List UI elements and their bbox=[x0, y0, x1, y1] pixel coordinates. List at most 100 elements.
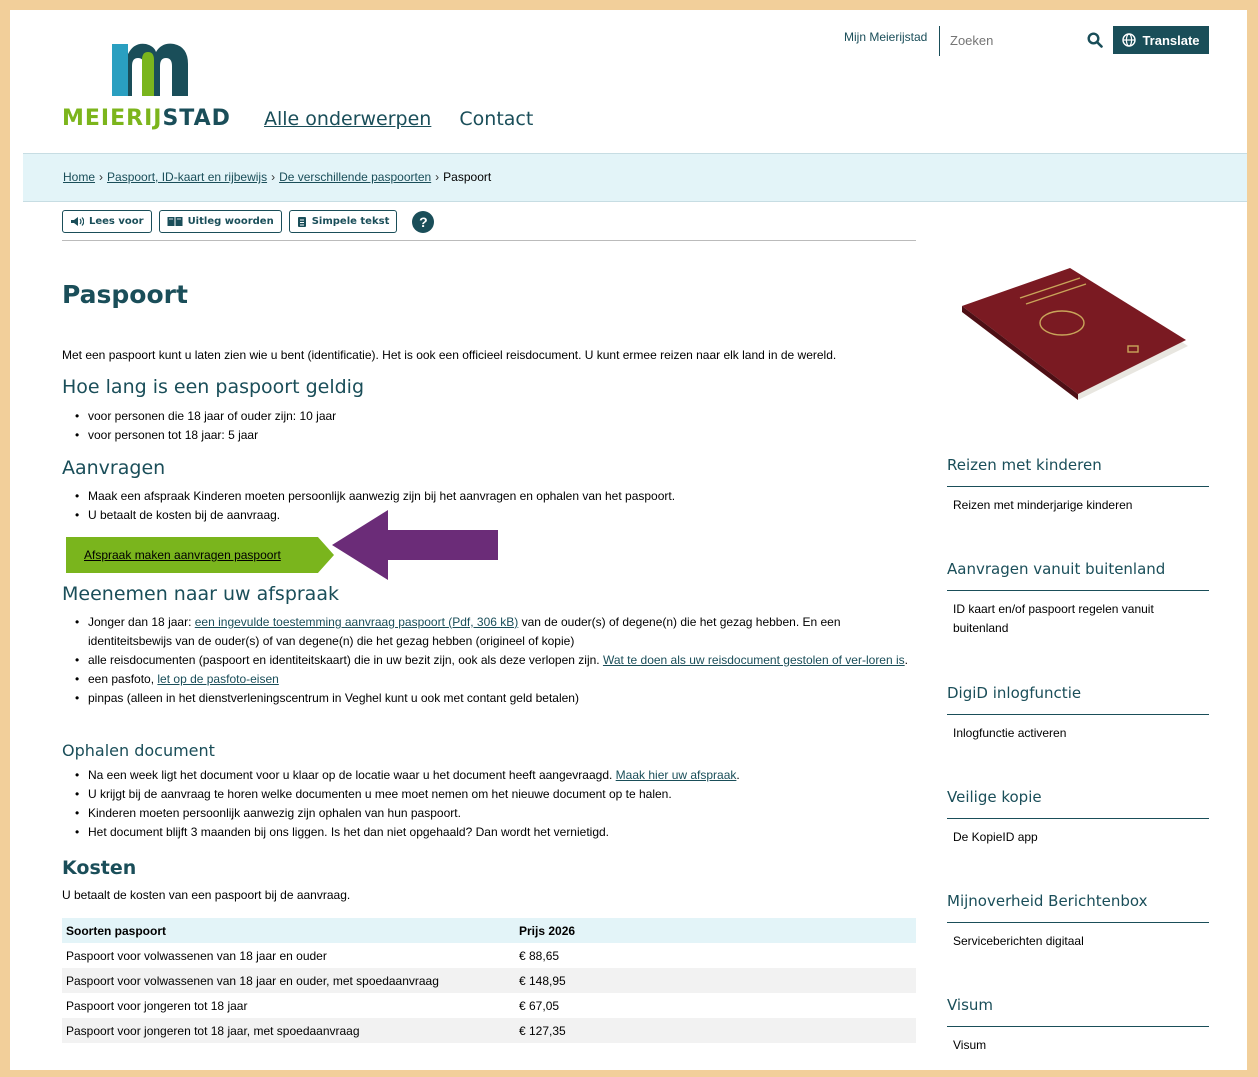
search-input[interactable] bbox=[948, 32, 1082, 49]
list-item: Het document blijft 3 maanden bij ons li… bbox=[75, 823, 918, 842]
table-cell: € 88,65 bbox=[519, 948, 560, 963]
table-header: Prijs 2026 bbox=[515, 918, 916, 943]
toestemming-pdf-link[interactable]: een ingevulde toestemming aanvraag paspo… bbox=[195, 615, 519, 629]
heading-geldig: Hoe lang is een paspoort geldig bbox=[62, 376, 365, 398]
divider bbox=[947, 486, 1209, 487]
annotation-arrow-icon bbox=[332, 510, 498, 580]
list-item: U krijgt bij de aanvraag te horen welke … bbox=[75, 785, 918, 804]
lees-voor-button[interactable]: Lees voor bbox=[62, 210, 152, 233]
globe-icon bbox=[1122, 33, 1137, 47]
uitleg-woorden-label: Uitleg woorden bbox=[187, 216, 274, 227]
page-title: Paspoort bbox=[62, 280, 188, 309]
breadcrumb: Home › Paspoort, ID-kaart en rijbewijs › De … bbox=[63, 170, 491, 184]
main-nav: Alle onderwerpen Contact bbox=[264, 108, 555, 130]
nav-alle-onderwerpen[interactable]: Alle onderwerpen bbox=[264, 108, 431, 130]
m2-pre: alle reisdocumenten (paspoort en identit… bbox=[88, 653, 603, 667]
sidebar-heading-kopie: Veilige kopie bbox=[947, 788, 1042, 806]
heading-ophalen: Ophalen document bbox=[62, 741, 215, 760]
help-icon[interactable]: ? bbox=[412, 210, 435, 233]
sidebar-link-visum[interactable]: Visum bbox=[953, 1036, 1183, 1055]
afspraak-maken-button[interactable]: Afspraak maken aanvragen paspoort bbox=[66, 537, 334, 573]
breadcrumb-separator: › bbox=[435, 170, 440, 184]
divider bbox=[947, 1026, 1209, 1027]
table-header-row: Soorten paspoort Prijs 2026 bbox=[62, 918, 916, 943]
heading-kosten: Kosten bbox=[62, 857, 137, 879]
breadcrumb-current: Paspoort bbox=[443, 170, 492, 184]
list-item: voor personen tot 18 jaar: 5 jaar bbox=[75, 426, 336, 445]
lees-voor-label: Lees voor bbox=[89, 216, 144, 227]
simpele-tekst-button[interactable]: Simpele tekst bbox=[288, 210, 398, 233]
o1-post: . bbox=[736, 768, 740, 782]
table-row: Paspoort voor volwassenen van 18 jaar en… bbox=[62, 968, 916, 993]
geldig-list: voor personen die 18 jaar of ouder zijn:… bbox=[62, 407, 336, 445]
heading-aanvragen: Aanvragen bbox=[62, 457, 166, 479]
list-item: voor personen die 18 jaar of ouder zijn:… bbox=[75, 407, 336, 426]
logo-part1: MEIERIJ bbox=[62, 106, 163, 131]
speaker-icon bbox=[71, 217, 84, 226]
list-item: Jonger dan 18 jaar: een ingevulde toeste… bbox=[75, 613, 918, 651]
meenemen-list: Jonger dan 18 jaar: een ingevulde toeste… bbox=[62, 613, 918, 708]
uitleg-woorden-button[interactable]: Uitleg woorden bbox=[158, 210, 282, 233]
nav-contact[interactable]: Contact bbox=[459, 108, 533, 130]
o1-pre: Na een week ligt het document voor u kla… bbox=[88, 768, 616, 782]
breadcrumb-home[interactable]: Home bbox=[63, 170, 95, 184]
document-icon bbox=[297, 216, 306, 227]
divider bbox=[947, 922, 1209, 923]
kosten-intro: U betaalt de kosten van een paspoort bij… bbox=[62, 888, 351, 902]
table-cell: Paspoort voor jongeren tot 18 jaar, met … bbox=[62, 1018, 515, 1043]
table-header: Soorten paspoort bbox=[62, 918, 515, 943]
divider bbox=[947, 818, 1209, 819]
divider bbox=[947, 590, 1209, 591]
table-cell: Paspoort voor volwassenen van 18 jaar en… bbox=[66, 948, 327, 963]
sidebar-link-berichtenbox[interactable]: Serviceberichten digitaal bbox=[953, 932, 1183, 951]
m1-pre: Jonger dan 18 jaar: bbox=[88, 615, 195, 629]
list-item: Na een week ligt het document voor u kla… bbox=[75, 766, 918, 785]
logo-part2: STAD bbox=[162, 106, 231, 131]
breadcrumb-separator: › bbox=[271, 170, 276, 184]
simpele-tekst-label: Simpele tekst bbox=[311, 216, 390, 227]
sidebar-link-digid[interactable]: Inlogfunctie activeren bbox=[953, 724, 1183, 743]
intro-text: Met een paspoort kunt u laten zien wie u… bbox=[62, 348, 837, 362]
breadcrumb-separator: › bbox=[99, 170, 104, 184]
translate-label: Translate bbox=[1142, 32, 1200, 48]
sidebar-link-reizen[interactable]: Reizen met minderjarige kinderen bbox=[953, 496, 1183, 515]
mijn-meierijstad-link[interactable]: Mijn Meierijstad bbox=[844, 30, 927, 44]
table-row: Paspoort voor volwassenen van 18 jaar en… bbox=[62, 943, 916, 968]
heading-meenemen: Meenemen naar uw afspraak bbox=[62, 583, 339, 605]
breadcrumb-bar: Home › Paspoort, ID-kaart en rijbewijs › De … bbox=[23, 153, 1247, 202]
breadcrumb-verschillende-paspoorten[interactable]: De verschillende paspoorten bbox=[279, 170, 431, 184]
reading-tools: Lees voor Uitleg woorden Simpele tekst ? bbox=[62, 210, 435, 233]
sidebar-link-kopie[interactable]: De KopieID app bbox=[953, 828, 1183, 847]
divider bbox=[62, 240, 916, 241]
table-cell: Paspoort voor jongeren tot 18 jaar bbox=[66, 998, 248, 1013]
kosten-table: Soorten paspoort Prijs 2026 Paspoort voo… bbox=[62, 918, 916, 1043]
gestolen-verloren-link[interactable]: Wat te doen als uw reisdocument gestolen… bbox=[603, 653, 905, 667]
logo-wordmark[interactable]: MEIERIJSTAD bbox=[62, 106, 231, 131]
breadcrumb-paspoort-id-rijbewijs[interactable]: Paspoort, ID-kaart en rijbewijs bbox=[107, 170, 267, 184]
list-item: Kinderen moeten persoonlijk aanwezig zij… bbox=[75, 804, 918, 823]
table-cell: € 127,35 bbox=[515, 1018, 916, 1043]
search-icon[interactable] bbox=[1087, 32, 1103, 48]
table-row: Paspoort voor jongeren tot 18 jaar € 67,… bbox=[62, 993, 916, 1018]
translate-button[interactable]: Translate bbox=[1113, 26, 1209, 54]
list-item: alle reisdocumenten (paspoort en identit… bbox=[75, 651, 918, 670]
pasfoto-eisen-link[interactable]: let op de pasfoto-eisen bbox=[157, 672, 278, 686]
list-item: een pasfoto, let op de pasfoto-eisen bbox=[75, 670, 918, 689]
table-cell: € 67,05 bbox=[519, 998, 560, 1013]
maak-afspraak-link[interactable]: Maak hier uw afspraak bbox=[616, 768, 737, 782]
sidebar-heading-reizen: Reizen met kinderen bbox=[947, 456, 1102, 474]
divider bbox=[947, 714, 1209, 715]
sidebar-heading-buitenland: Aanvragen vanuit buitenland bbox=[947, 560, 1166, 578]
sidebar-link-buitenland[interactable]: ID kaart en/of paspoort regelen vanuit b… bbox=[953, 600, 1183, 638]
table-row: Paspoort voor jongeren tot 18 jaar, met … bbox=[62, 1018, 916, 1043]
passport-image bbox=[962, 268, 1188, 400]
list-item: pinpas (alleen in het dienstverleningsce… bbox=[75, 689, 918, 708]
sidebar-heading-visum: Visum bbox=[947, 996, 994, 1014]
search-box bbox=[939, 26, 1110, 56]
meierijstad-logo-icon[interactable] bbox=[108, 38, 194, 96]
m2-post: . bbox=[904, 653, 909, 667]
table-cell: € 148,95 bbox=[515, 968, 916, 993]
ophalen-list: Na een week ligt het document voor u kla… bbox=[62, 766, 918, 842]
page-frame: MEIERIJSTAD Alle onderwerpen Contact Mij… bbox=[10, 10, 1247, 1070]
list-item: Maak een afspraak Kinderen moeten persoo… bbox=[75, 487, 675, 506]
